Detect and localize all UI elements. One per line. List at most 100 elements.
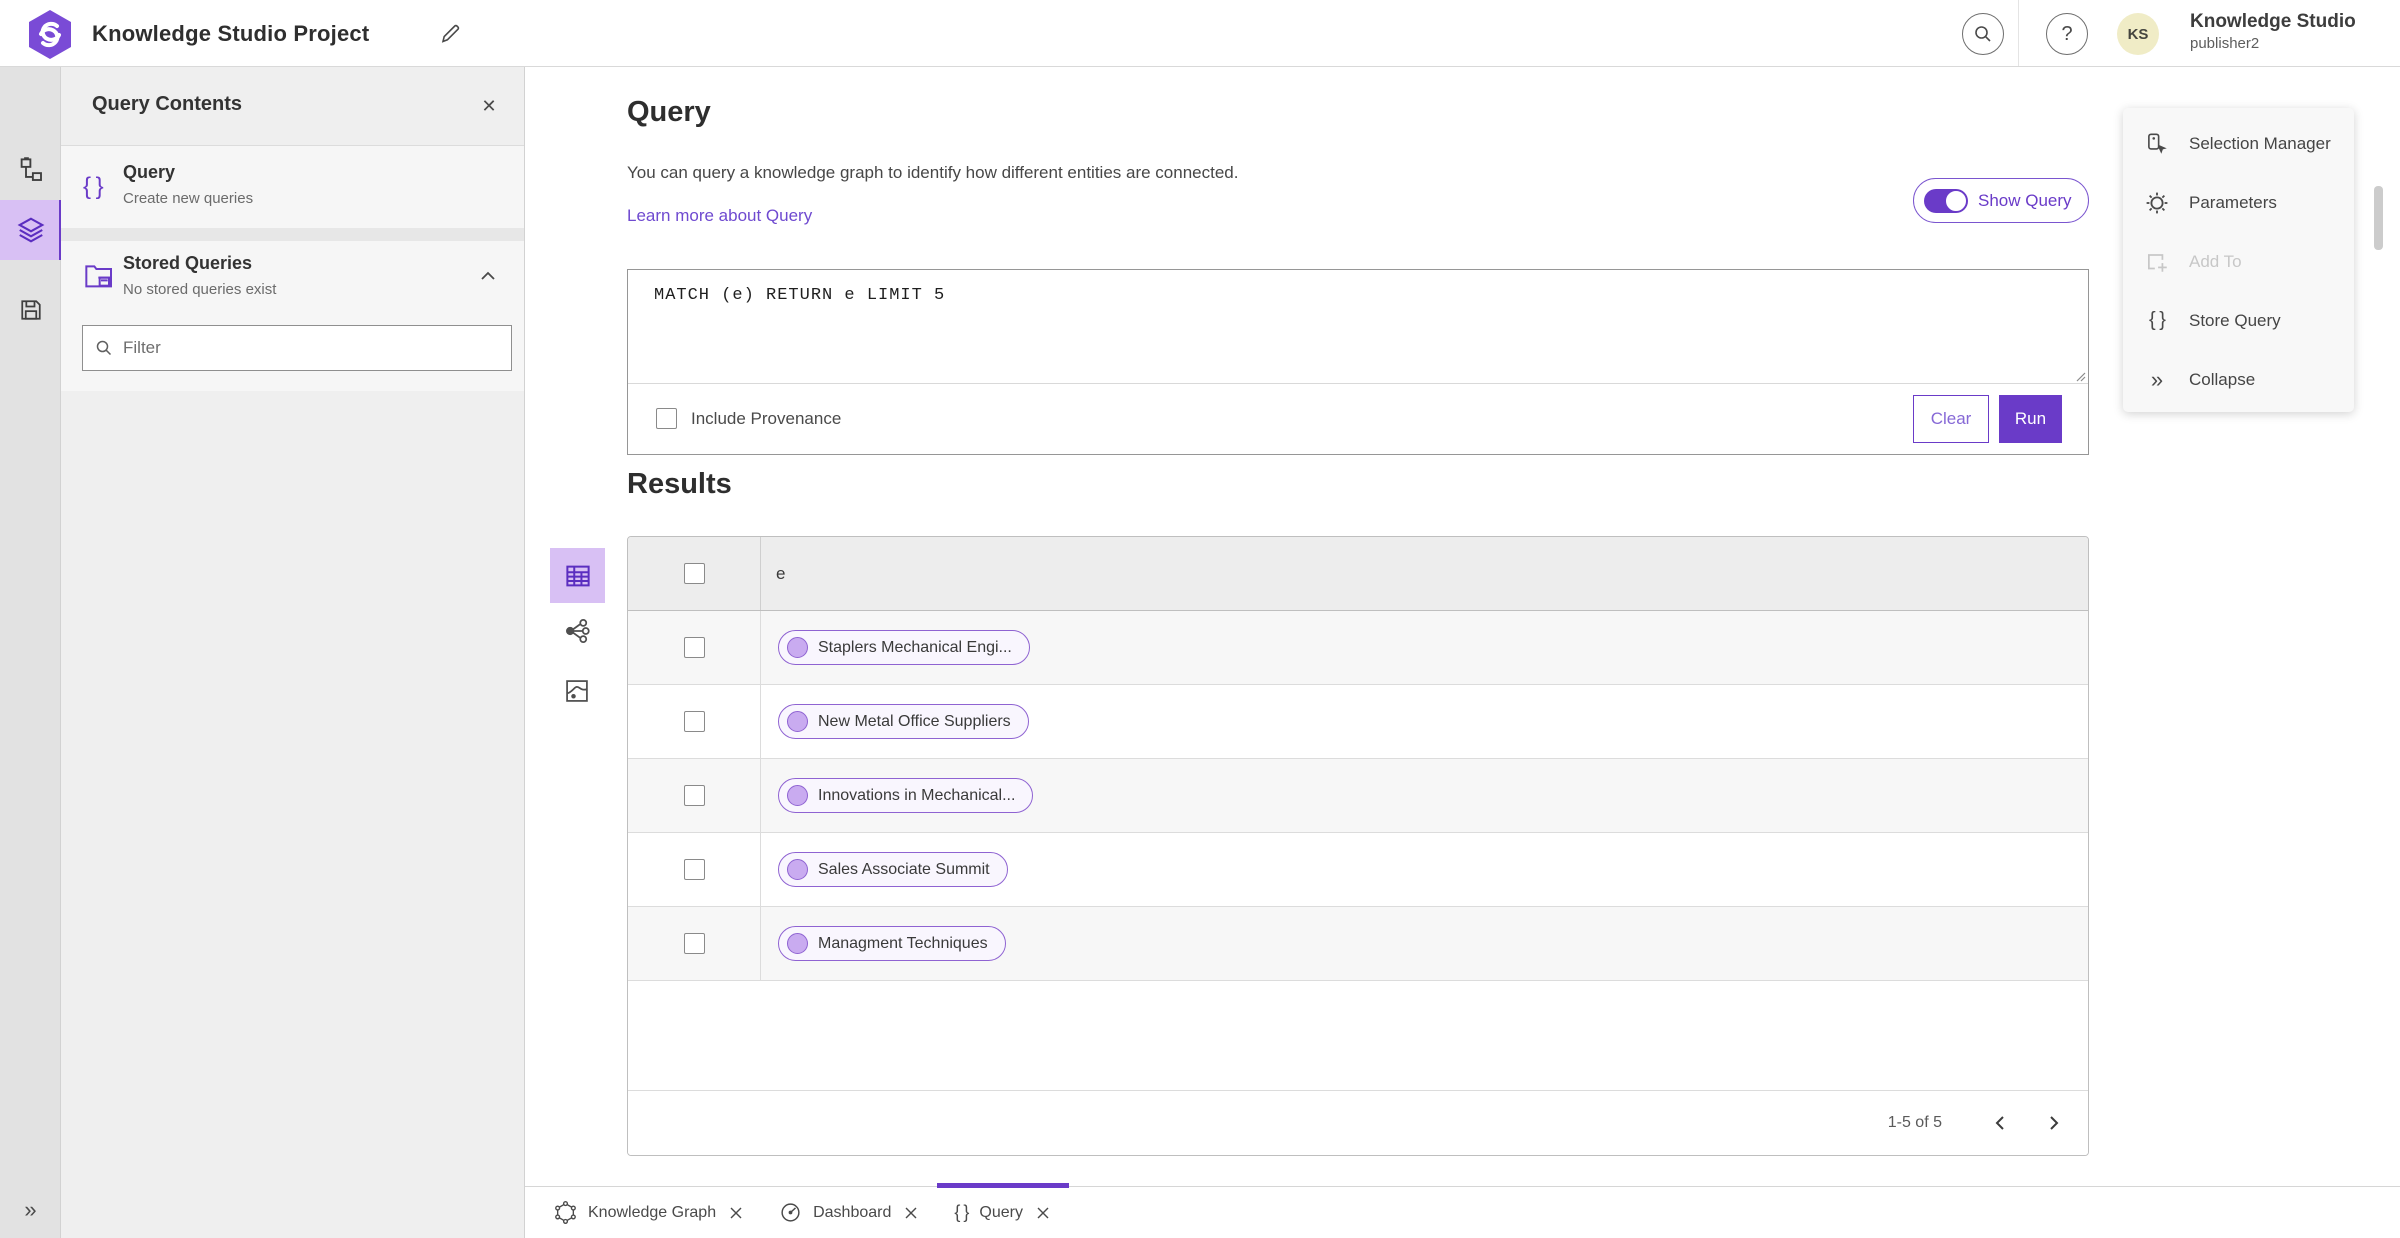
table-row: Innovations in Mechanical...: [628, 759, 2088, 833]
panel-item-title: Stored Queries: [123, 253, 253, 273]
entity-pill[interactable]: New Metal Office Suppliers: [778, 704, 1029, 739]
results-heading: Results: [627, 468, 732, 500]
link-chart-icon: [562, 616, 592, 646]
selection-manager-icon: [2143, 131, 2171, 157]
table-row: Managment Techniques: [628, 907, 2088, 981]
menu-item-parameters[interactable]: Parameters: [2123, 173, 2354, 232]
table-row: New Metal Office Suppliers: [628, 685, 2088, 759]
entity-pill[interactable]: Sales Associate Summit: [778, 852, 1008, 887]
bottom-tab-bar: Knowledge Graph Dashboard { } Query: [525, 1182, 2400, 1238]
knowledge-graph-icon: [554, 1201, 577, 1224]
user-org: Knowledge Studio: [2190, 11, 2356, 32]
user-avatar[interactable]: KS: [2117, 13, 2159, 55]
learn-more-link[interactable]: Learn more about Query: [627, 206, 812, 226]
panel-header: Query Contents ✕: [61, 67, 524, 146]
close-tab-button[interactable]: [1034, 1204, 1052, 1222]
run-button[interactable]: Run: [1999, 395, 2062, 443]
query-heading: Query: [627, 96, 711, 128]
header-divider: [2018, 0, 2019, 66]
rail-item-contents[interactable]: [0, 200, 63, 260]
search-button[interactable]: [1962, 13, 2004, 55]
stored-queries-section: Stored Queries No stored queries exist: [61, 241, 524, 391]
help-button[interactable]: ?: [2046, 13, 2088, 55]
panel-item-title: Query: [123, 162, 176, 182]
chevron-up-icon[interactable]: [480, 271, 496, 281]
dashboard-gauge-icon: [779, 1201, 802, 1224]
entity-pill[interactable]: Innovations in Mechanical...: [778, 778, 1034, 813]
hierarchy-icon: [16, 155, 46, 185]
add-to-icon: [2143, 249, 2171, 275]
panel-item-subtitle: Create new queries: [123, 190, 254, 207]
app-logo-icon: [26, 8, 74, 60]
entity-pill[interactable]: Staplers Mechanical Engi...: [778, 630, 1030, 665]
tab-query[interactable]: { } Query: [937, 1182, 1069, 1238]
menu-item-store-query[interactable]: { } Store Query: [2123, 291, 2354, 350]
tab-dashboard[interactable]: Dashboard: [762, 1187, 937, 1238]
expand-rail-button[interactable]: »: [0, 1190, 61, 1230]
menu-item-selection-manager[interactable]: Selection Manager: [2123, 114, 2354, 173]
entity-pill[interactable]: Managment Techniques: [778, 926, 1006, 961]
tab-label: Knowledge Graph: [588, 1203, 717, 1221]
edit-title-button[interactable]: [434, 18, 466, 50]
close-tab-button[interactable]: [902, 1204, 920, 1222]
row-checkbox[interactable]: [684, 859, 705, 880]
panel-close-button[interactable]: ✕: [474, 91, 504, 121]
filter-field: [82, 325, 512, 371]
rail-item-save[interactable]: [0, 280, 61, 340]
search-icon: [95, 339, 113, 357]
menu-item-label: Parameters: [2189, 192, 2277, 212]
entity-label: Innovations in Mechanical...: [818, 786, 1016, 804]
resize-grip-icon[interactable]: [2074, 370, 2086, 382]
scrollbar-thumb[interactable]: [2374, 186, 2383, 250]
provenance-option: Include Provenance: [656, 408, 841, 429]
folder-archive-icon: [83, 262, 115, 292]
row-checkbox[interactable]: [684, 933, 705, 954]
map-view-button[interactable]: [558, 672, 596, 710]
show-query-toggle[interactable]: Show Query: [1913, 178, 2089, 223]
header-checkbox-cell: [628, 537, 761, 610]
table-row: Staplers Mechanical Engi...: [628, 611, 2088, 685]
gear-icon: [2143, 190, 2171, 216]
clear-button[interactable]: Clear: [1913, 395, 1989, 443]
row-checkbox[interactable]: [684, 785, 705, 806]
braces-icon: { }: [83, 173, 104, 200]
tab-knowledge-graph[interactable]: Knowledge Graph: [537, 1187, 762, 1238]
select-all-checkbox[interactable]: [684, 563, 705, 584]
double-chevron-right-icon: »: [2150, 366, 2164, 392]
previous-page-button[interactable]: [1980, 1103, 2020, 1143]
query-description: You can query a knowledge graph to ident…: [627, 163, 1239, 182]
avatar-initials: KS: [2127, 25, 2149, 43]
panel-title: Query Contents: [92, 93, 243, 115]
entity-label: Managment Techniques: [818, 934, 988, 952]
table-header-row: e: [628, 537, 2088, 611]
double-chevron-right-icon: »: [24, 1197, 37, 1222]
chevron-right-icon: [2049, 1115, 2059, 1131]
panel-item-subtitle: No stored queries exist: [123, 281, 277, 298]
entity-label: Sales Associate Summit: [818, 860, 990, 878]
table-empty-area: [628, 981, 2088, 1090]
rail-item-data-model[interactable]: [0, 140, 61, 200]
filter-input[interactable]: [123, 338, 499, 358]
table-footer: 1-5 of 5: [628, 1090, 2088, 1155]
tab-label: Query: [979, 1203, 1023, 1221]
menu-item-collapse[interactable]: » Collapse: [2123, 350, 2354, 409]
results-table: e Staplers Mechanical Engi... New Metal …: [627, 536, 2089, 1156]
close-icon: ✕: [481, 95, 497, 116]
table-view-button[interactable]: [550, 548, 605, 603]
query-contents-panel: Query Contents ✕ { } Query Create new qu…: [61, 67, 525, 1238]
graph-view-button[interactable]: [558, 612, 596, 650]
close-tab-button[interactable]: [727, 1204, 745, 1222]
row-checkbox[interactable]: [684, 711, 705, 732]
panel-item-query[interactable]: { } Query Create new queries: [61, 146, 524, 228]
next-page-button[interactable]: [2034, 1103, 2074, 1143]
menu-item-label: Add To: [2189, 251, 2242, 271]
query-actions-menu: Selection Manager Parameters Add To {} …: [2123, 108, 2354, 412]
include-provenance-checkbox[interactable]: [656, 408, 677, 429]
pencil-icon: [438, 22, 462, 46]
provenance-label: Include Provenance: [691, 408, 842, 428]
panel-item-stored-queries[interactable]: Stored Queries No stored queries exist: [61, 241, 524, 317]
search-icon: [1973, 24, 1993, 44]
query-textarea[interactable]: MATCH (e) RETURN e LIMIT 5: [628, 270, 2088, 383]
menu-item-label: Store Query: [2189, 310, 2281, 330]
row-checkbox[interactable]: [684, 637, 705, 658]
